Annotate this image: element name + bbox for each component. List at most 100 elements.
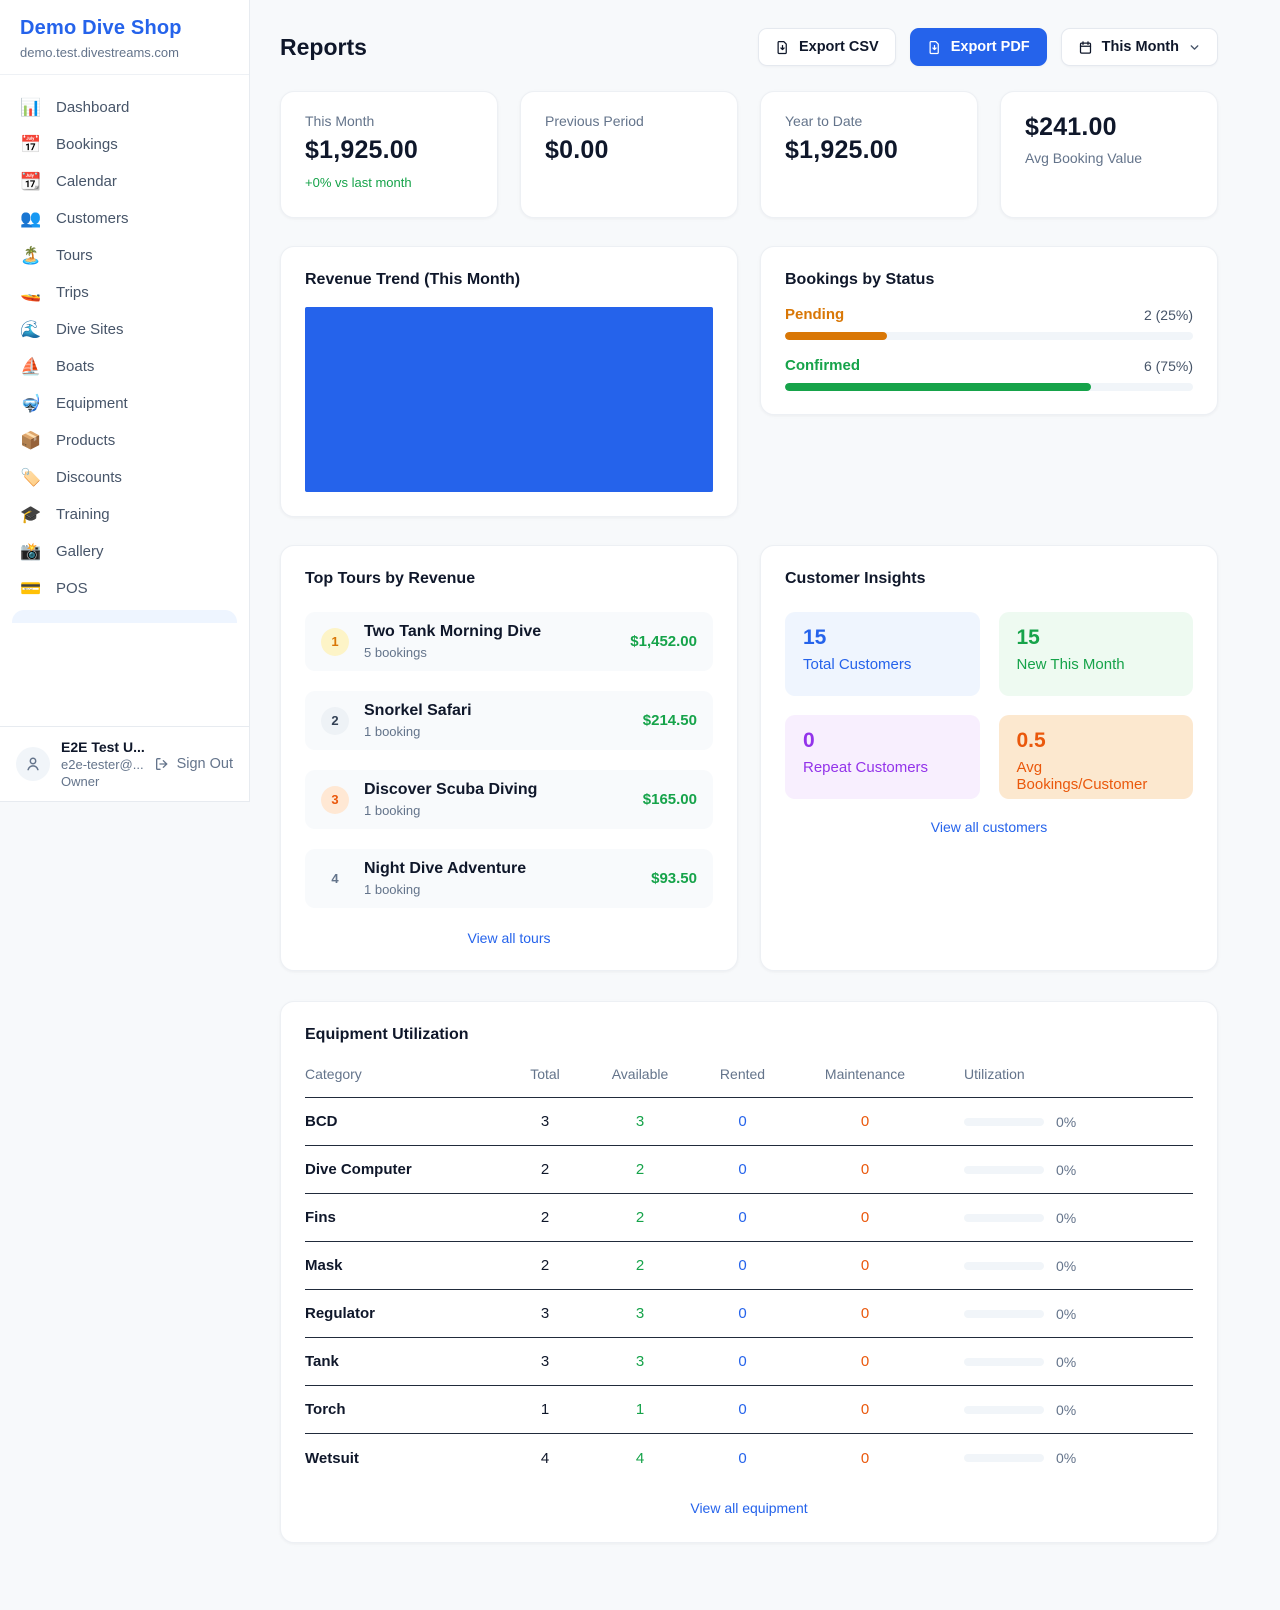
utilization-pct: 0% [1056,1450,1076,1466]
tile-label: Total Customers [803,656,962,673]
cell-available: 1 [585,1401,695,1418]
utilization-pct: 0% [1056,1354,1076,1370]
sidebar-item-calendar[interactable]: 📆 Calendar [0,163,249,200]
cell-available: 3 [585,1305,695,1322]
calendar-icon: 📆 [20,173,42,190]
sidebar-item-bookings[interactable]: 📅 Bookings [0,126,249,163]
customer-insights-card: Customer Insights 15 Total Customers 15 … [760,545,1218,971]
col-maintenance: Maintenance [790,1066,940,1082]
cell-maintenance: 0 [790,1305,940,1322]
cell-available: 3 [585,1353,695,1370]
shop-domain: demo.test.divestreams.com [20,45,229,60]
cell-category: Dive Computer [305,1161,505,1178]
sidebar-item-label: Calendar [56,173,117,190]
col-rented: Rented [695,1066,790,1082]
table-row: Torch 1 1 0 0 0% [305,1386,1193,1434]
table-row: Regulator 3 3 0 0 0% [305,1290,1193,1338]
stat-label: This Month [305,113,473,129]
sidebar-item-tours[interactable]: 🏝️ Tours [0,237,249,274]
sidebar-item-boats[interactable]: ⛵ Boats [0,348,249,385]
tile-value: 0 [803,729,962,753]
status-label: Confirmed [785,357,860,374]
sidebar-item-customers[interactable]: 👥 Customers [0,200,249,237]
wave-icon: 🌊 [20,321,42,338]
cell-available: 3 [585,1113,695,1130]
stat-card-year-to-date: Year to Date $1,925.00 [760,91,978,218]
cell-total: 2 [505,1209,585,1226]
col-utilization: Utilization [940,1066,1193,1082]
utilization-bar-track [964,1166,1044,1174]
utilization-pct: 0% [1056,1402,1076,1418]
insight-tiles: 15 Total Customers 15 New This Month 0 R… [785,612,1193,799]
cell-utilization: 0% [940,1306,1193,1322]
cell-utilization: 0% [940,1450,1193,1466]
tour-bookings: 1 booking [364,724,472,739]
tour-list-item: 2 Snorkel Safari 1 booking $214.50 [305,691,713,750]
sidebar: Demo Dive Shop demo.test.divestreams.com… [0,0,250,802]
view-all-equipment-link[interactable]: View all equipment [305,1500,1193,1516]
stat-card-previous-period: Previous Period $0.00 [520,91,738,218]
export-csv-button[interactable]: Export CSV [758,28,896,66]
cell-rented: 0 [695,1209,790,1226]
sidebar-item-dashboard[interactable]: 📊 Dashboard [0,89,249,126]
sidebar-item-discounts[interactable]: 🏷️ Discounts [0,459,249,496]
file-download-icon [927,40,942,55]
island-icon: 🏝️ [20,247,42,264]
page-title: Reports [280,34,367,61]
sign-out-button[interactable]: Sign Out [154,756,233,772]
table-row: Mask 2 2 0 0 0% [305,1242,1193,1290]
view-all-customers-link[interactable]: View all customers [785,819,1193,835]
view-all-tours-link[interactable]: View all tours [305,930,713,946]
cell-category: Mask [305,1257,505,1274]
equipment-utilization-title: Equipment Utilization [305,1026,1193,1044]
cell-utilization: 0% [940,1162,1193,1178]
tile-label: New This Month [1017,656,1176,673]
sidebar-item-products[interactable]: 📦 Products [0,422,249,459]
sidebar-item-training[interactable]: 🎓 Training [0,496,249,533]
sign-out-icon [154,756,170,772]
utilization-pct: 0% [1056,1114,1076,1130]
sidebar-item-equipment[interactable]: 🤿 Equipment [0,385,249,422]
stat-label: Avg Booking Value [1025,150,1193,166]
cell-category: Torch [305,1401,505,1418]
rank-badge: 3 [321,786,349,814]
revenue-trend-title: Revenue Trend (This Month) [305,271,713,289]
sidebar-item-pos[interactable]: 💳 POS [0,570,249,607]
tile-value: 0.5 [1017,729,1176,753]
sidebar-item-reports-active-partial[interactable] [12,610,237,623]
tour-amount: $1,452.00 [630,633,697,650]
chevron-down-icon [1188,41,1201,54]
cell-category: Tank [305,1353,505,1370]
stat-label: Year to Date [785,113,953,129]
col-available: Available [585,1066,695,1082]
sidebar-item-label: Customers [56,210,129,227]
tag-icon: 🏷️ [20,469,42,486]
tour-name: Snorkel Safari [364,702,472,720]
period-dropdown[interactable]: This Month [1061,28,1218,66]
period-label: This Month [1102,39,1179,55]
package-icon: 📦 [20,432,42,449]
cell-available: 2 [585,1257,695,1274]
status-count: 2 (25%) [1144,307,1193,323]
status-label: Pending [785,306,844,323]
equipment-utilization-card: Equipment Utilization Category Total Ava… [280,1001,1218,1543]
table-row: Dive Computer 2 2 0 0 0% [305,1146,1193,1194]
stat-value: $241.00 [1025,113,1193,142]
sidebar-item-label: Equipment [56,395,128,412]
sidebar-item-dive-sites[interactable]: 🌊 Dive Sites [0,311,249,348]
tour-bookings: 1 booking [364,803,537,818]
export-csv-label: Export CSV [799,39,879,55]
col-category: Category [305,1066,505,1082]
sidebar-item-label: Trips [56,284,89,301]
cell-total: 3 [505,1113,585,1130]
tour-name: Two Tank Morning Dive [364,623,541,641]
export-pdf-button[interactable]: Export PDF [910,28,1047,66]
file-download-icon [775,40,790,55]
graduation-cap-icon: 🎓 [20,506,42,523]
utilization-pct: 0% [1056,1306,1076,1322]
sidebar-item-gallery[interactable]: 📸 Gallery [0,533,249,570]
sidebar-item-trips[interactable]: 🚤 Trips [0,274,249,311]
cell-rented: 0 [695,1161,790,1178]
status-bar-fill [785,383,1091,391]
user-email: e2e-tester@... [61,757,143,772]
